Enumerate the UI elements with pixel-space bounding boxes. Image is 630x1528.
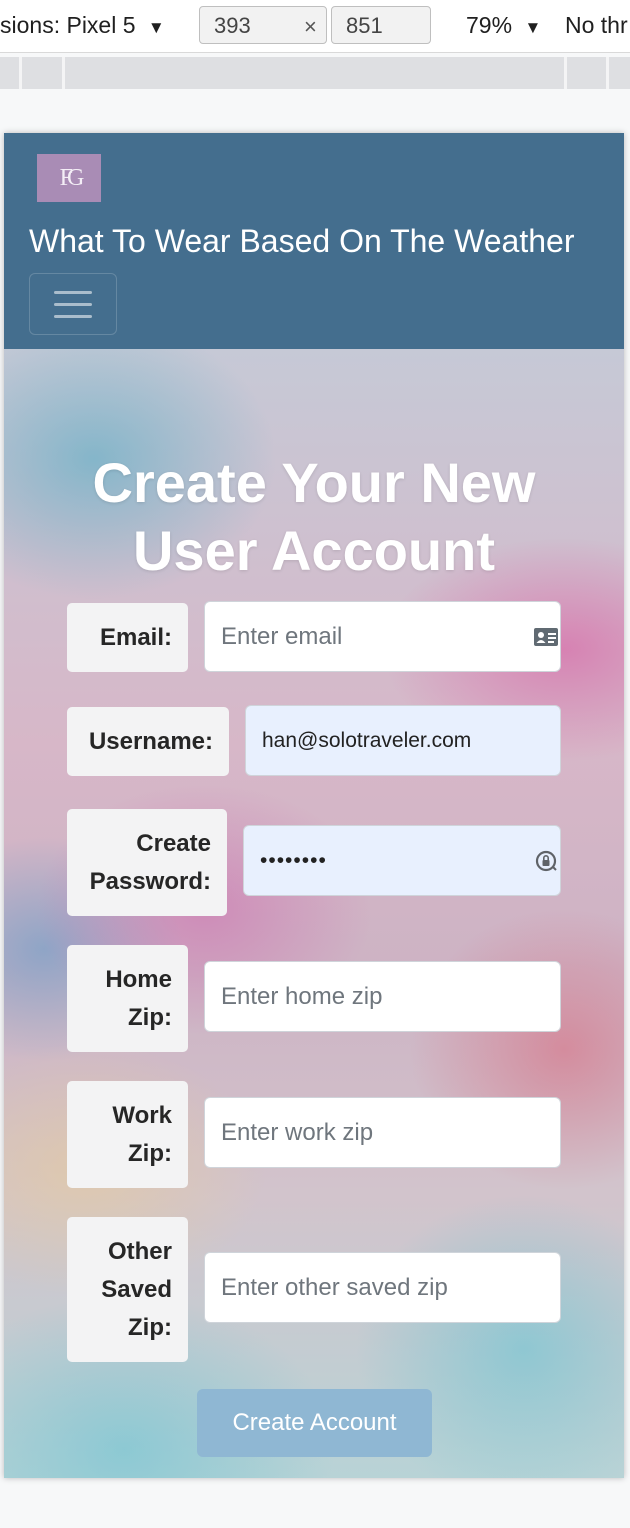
home-zip-input[interactable]: [204, 961, 561, 1032]
brand-logo[interactable]: FG: [37, 154, 101, 202]
ruler-divider: [62, 57, 65, 89]
password-input[interactable]: [243, 825, 561, 896]
dimension-separator: ×: [304, 14, 317, 39]
page-title-line2: User Account: [132, 519, 495, 582]
page-title: Create Your New User Account: [4, 449, 624, 585]
throttle-selector[interactable]: No thr: [565, 12, 628, 39]
other-saved-zip-label: Other Saved Zip:: [67, 1217, 188, 1362]
ruler-divider: [606, 57, 609, 89]
username-input[interactable]: [245, 705, 561, 776]
viewport-height-field[interactable]: 851: [331, 6, 431, 44]
other-saved-zip-input[interactable]: [204, 1252, 561, 1323]
device-label: sions: Pixel 5: [0, 12, 136, 38]
home-zip-label: Home Zip:: [67, 945, 188, 1052]
email-label: Email:: [67, 603, 188, 672]
page-title-line1: Create Your New: [92, 451, 536, 514]
create-password-label: Create Password:: [67, 809, 227, 916]
watercolor-background: Create Your New User Account Email: User…: [4, 349, 624, 1478]
ruler-divider: [19, 57, 22, 89]
device-selector[interactable]: sions: Pixel 5 ▼: [0, 12, 165, 39]
zoom-label: 79%: [466, 12, 513, 38]
password-key-icon[interactable]: [534, 849, 558, 873]
device-viewport: FG What To Wear Based On The Weather Cre…: [4, 133, 624, 1478]
menu-toggle-button[interactable]: [29, 273, 117, 335]
create-account-button[interactable]: Create Account: [197, 1389, 432, 1457]
contact-card-icon[interactable]: [533, 627, 559, 647]
username-label: Username:: [67, 707, 229, 776]
site-title[interactable]: What To Wear Based On The Weather: [29, 223, 574, 260]
ruler-divider: [564, 57, 567, 89]
media-query-ruler: [0, 57, 630, 89]
work-zip-input[interactable]: [204, 1097, 561, 1168]
email-input[interactable]: [204, 601, 561, 672]
devtools-device-toolbar: sions: Pixel 5 ▼ 393 × 851 79% ▼ No thr: [0, 0, 630, 53]
zoom-selector[interactable]: 79% ▼: [466, 12, 541, 39]
navbar: FG What To Wear Based On The Weather: [4, 133, 624, 349]
caret-down-icon: ▼: [147, 18, 165, 37]
work-zip-label: Work Zip:: [67, 1081, 188, 1188]
caret-down-icon: ▼: [524, 18, 542, 37]
